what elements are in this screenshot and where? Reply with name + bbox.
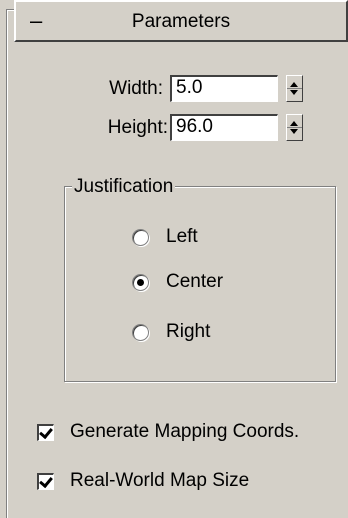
justification-group-title: Justification: [72, 175, 176, 199]
radio-center[interactable]: [132, 274, 149, 291]
height-input[interactable]: 96.0: [170, 114, 278, 141]
spinner-up-icon[interactable]: [290, 82, 298, 87]
height-spinner[interactable]: [286, 114, 303, 141]
radio-right-label[interactable]: Right: [166, 320, 210, 344]
spinner-up-icon[interactable]: [290, 121, 298, 126]
spinner-down-icon[interactable]: [290, 129, 298, 134]
height-label: Height:: [107, 117, 168, 138]
generate-mapping-label[interactable]: Generate Mapping Coords.: [70, 420, 299, 444]
real-world-map-size-label[interactable]: Real-World Map Size: [70, 469, 249, 493]
parameters-rollout-header[interactable]: – Parameters: [14, 0, 348, 42]
rollout-title: Parameters: [131, 11, 231, 32]
spinner-divider: [287, 127, 302, 128]
width-input[interactable]: 5.0: [170, 75, 278, 102]
real-world-map-size-checkbox[interactable]: [37, 473, 54, 490]
spinner-divider: [287, 88, 302, 89]
radio-left-label[interactable]: Left: [166, 225, 198, 249]
radio-right[interactable]: [132, 324, 149, 341]
generate-mapping-checkbox[interactable]: [37, 424, 54, 441]
spinner-down-icon[interactable]: [290, 90, 298, 95]
width-spinner[interactable]: [286, 75, 303, 102]
radio-center-label[interactable]: Center: [166, 270, 223, 294]
width-label: Width:: [109, 78, 163, 99]
radio-left[interactable]: [132, 229, 149, 246]
